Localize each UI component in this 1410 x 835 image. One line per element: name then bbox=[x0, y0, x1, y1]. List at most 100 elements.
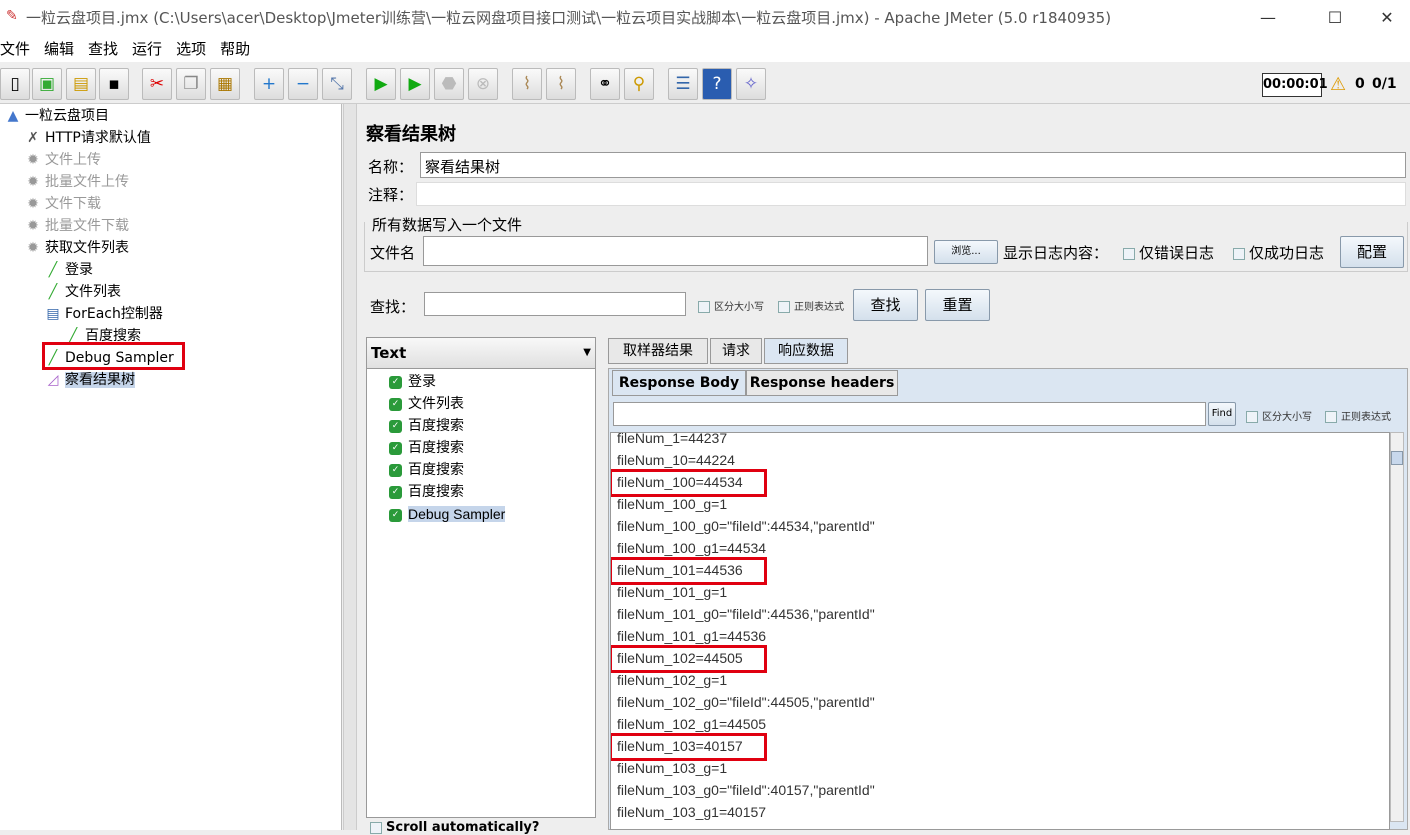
collapse-icon[interactable]: − bbox=[288, 68, 318, 100]
log-label: 显示日志内容： bbox=[1003, 244, 1109, 262]
shutdown-icon[interactable]: ⊗ bbox=[468, 68, 498, 100]
result-item[interactable]: ✓ 百度搜索 bbox=[389, 459, 464, 481]
success-shield-icon: ✓ bbox=[389, 375, 402, 389]
clear-all-icon[interactable]: ⌇ bbox=[546, 68, 576, 100]
tree-node-label: 文件列表 bbox=[65, 284, 121, 300]
paste-icon[interactable]: ▦ bbox=[210, 68, 240, 100]
close-button[interactable]: ✕ bbox=[1364, 0, 1410, 36]
result-item[interactable]: ✓ 百度搜索 bbox=[389, 415, 464, 437]
result-label: Debug Sampler bbox=[408, 506, 506, 522]
tree-node[interactable]: ✹ 批量文件下载 bbox=[24, 215, 129, 237]
expand-icon[interactable]: + bbox=[254, 68, 284, 100]
reset-button[interactable]: 重置 bbox=[925, 289, 990, 321]
panel-title: 察看结果树 bbox=[366, 124, 456, 145]
open-icon[interactable]: ▤ bbox=[66, 68, 96, 100]
result-item[interactable]: ✓ 百度搜索 bbox=[389, 481, 464, 503]
tree-node[interactable]: ✹ 获取文件列表 bbox=[24, 237, 129, 259]
response-line: fileNum_100_g=1 bbox=[617, 496, 728, 512]
gear-icon: ✹ bbox=[27, 218, 39, 234]
search-input[interactable] bbox=[424, 292, 686, 316]
menu-item[interactable]: 帮助 bbox=[220, 36, 250, 62]
find-regex-checkbox[interactable]: 正则表达式 bbox=[1325, 408, 1391, 423]
response-find-input[interactable] bbox=[613, 402, 1206, 426]
clear-icon[interactable]: ⌇ bbox=[512, 68, 542, 100]
search-case-checkbox[interactable]: 区分大小写 bbox=[698, 298, 764, 313]
start-no-pause-icon[interactable]: ▶ bbox=[400, 68, 430, 100]
new-icon[interactable]: ▯ bbox=[0, 68, 30, 100]
window-title: 一粒云盘项目.jmx (C:\Users\acer\Desktop\Jmeter… bbox=[26, 9, 1112, 27]
pipette-icon: ╱ bbox=[48, 284, 58, 300]
test-plan-icon: ▲ bbox=[7, 108, 19, 124]
gear-icon: ✹ bbox=[27, 152, 39, 168]
response-body-text[interactable]: fileNum_1=44237 fileNum_10=44224 fileNum_1… bbox=[610, 432, 1390, 830]
tree-node-label: 登录 bbox=[65, 262, 93, 278]
help-icon[interactable]: ? bbox=[702, 68, 732, 100]
minimize-button[interactable]: — bbox=[1245, 0, 1291, 36]
configure-button[interactable]: 配置 bbox=[1340, 236, 1404, 268]
tree-node-label: 文件上传 bbox=[45, 152, 101, 168]
success-shield-icon: ✓ bbox=[389, 419, 402, 433]
menu-item[interactable]: 查找 bbox=[88, 36, 118, 62]
splitter[interactable] bbox=[343, 104, 357, 830]
errors-only-checkbox[interactable]: 仅错误日志 bbox=[1123, 242, 1214, 263]
menu-item[interactable]: 运行 bbox=[132, 36, 162, 62]
result-item[interactable]: ✓ 百度搜索 bbox=[389, 437, 464, 459]
cut-icon[interactable]: ✂ bbox=[142, 68, 172, 100]
tree-node[interactable]: ▲ 一粒云盘项目 bbox=[4, 105, 109, 127]
tree-node[interactable]: ◿ 察看结果树 bbox=[44, 369, 135, 391]
remote-icon[interactable]: ✧ bbox=[736, 68, 766, 100]
highlight-box bbox=[42, 342, 185, 370]
subtab-response-body[interactable]: Response Body bbox=[612, 370, 746, 396]
thread-count: 0/1 bbox=[1372, 76, 1397, 92]
templates-icon[interactable]: ▣ bbox=[32, 68, 62, 100]
warning-icon[interactable]: ⚠ bbox=[1330, 74, 1346, 95]
tree-node[interactable]: ╱ 登录 bbox=[44, 259, 93, 281]
tree-node[interactable]: ✹ 文件上传 bbox=[24, 149, 101, 171]
tree-node[interactable]: ╱ 文件列表 bbox=[44, 281, 121, 303]
vertical-scrollbar[interactable] bbox=[1390, 432, 1404, 822]
toggle-icon[interactable]: ⤡ bbox=[322, 68, 352, 100]
subtab-response-headers[interactable]: Response headers bbox=[746, 370, 898, 396]
renderer-select[interactable]: Text ▼ bbox=[366, 337, 596, 369]
tab-response-data[interactable]: 响应数据 bbox=[764, 338, 848, 364]
browse-button[interactable]: 浏览... bbox=[934, 240, 998, 264]
tree-node[interactable]: ▤ ForEach控制器 bbox=[44, 303, 163, 325]
scroll-auto-checkbox[interactable]: Scroll automatically? bbox=[370, 820, 539, 835]
controller-icon: ▤ bbox=[46, 306, 60, 322]
function-list-icon[interactable]: ☰ bbox=[668, 68, 698, 100]
stop-icon[interactable]: ⬣ bbox=[434, 68, 464, 100]
find-case-checkbox[interactable]: 区分大小写 bbox=[1246, 408, 1312, 423]
tree-node[interactable]: ✹ 文件下载 bbox=[24, 193, 101, 215]
start-icon[interactable]: ▶ bbox=[366, 68, 396, 100]
find-button[interactable]: Find bbox=[1208, 402, 1236, 426]
broom-icon[interactable]: ⚲ bbox=[624, 68, 654, 100]
chart-icon: ◿ bbox=[47, 372, 59, 388]
response-line: fileNum_102_g=1 bbox=[617, 672, 728, 688]
menu-item[interactable]: 编辑 bbox=[44, 36, 74, 62]
result-item[interactable]: ✓ 登录 bbox=[389, 371, 436, 393]
tree-node[interactable]: ✗ HTTP请求默认值 bbox=[24, 127, 151, 149]
tree-node-label: 批量文件上传 bbox=[45, 174, 129, 190]
copy-icon[interactable]: ❐ bbox=[176, 68, 206, 100]
name-input[interactable]: 察看结果树 bbox=[420, 152, 1406, 178]
result-item[interactable]: ✓ 文件列表 bbox=[389, 393, 464, 415]
save-icon[interactable]: ▪ bbox=[99, 68, 129, 100]
tab-sampler-result[interactable]: 取样器结果 bbox=[608, 338, 708, 364]
response-line: fileNum_100_g0="fileId":44534,"parentId" bbox=[617, 518, 875, 534]
filename-input[interactable] bbox=[423, 236, 928, 266]
search-button[interactable]: 查找 bbox=[853, 289, 918, 321]
pipette-icon: ╱ bbox=[48, 262, 58, 278]
menu-item[interactable]: 选项 bbox=[176, 36, 206, 62]
maximize-button[interactable]: ☐ bbox=[1312, 0, 1358, 36]
search-regex-checkbox[interactable]: 正则表达式 bbox=[778, 298, 844, 313]
success-only-checkbox[interactable]: 仅成功日志 bbox=[1233, 242, 1324, 263]
scrollbar-thumb[interactable] bbox=[1391, 451, 1403, 465]
tree-node-label: 获取文件列表 bbox=[45, 240, 129, 256]
result-item[interactable]: ✓ Debug Sampler bbox=[389, 503, 506, 525]
comment-input[interactable] bbox=[416, 182, 1406, 206]
search-icon[interactable]: ⚭ bbox=[590, 68, 620, 100]
tab-request[interactable]: 请求 bbox=[710, 338, 762, 364]
test-plan-tree: ▲ 一粒云盘项目 ✗ HTTP请求默认值 ✹ 文件上传 ✹ 批量文件上传 ✹ 文件下载 ✹ 批量文件下… bbox=[0, 104, 342, 830]
tree-node[interactable]: ✹ 批量文件上传 bbox=[24, 171, 129, 193]
menu-item[interactable]: 文件 bbox=[0, 36, 30, 62]
